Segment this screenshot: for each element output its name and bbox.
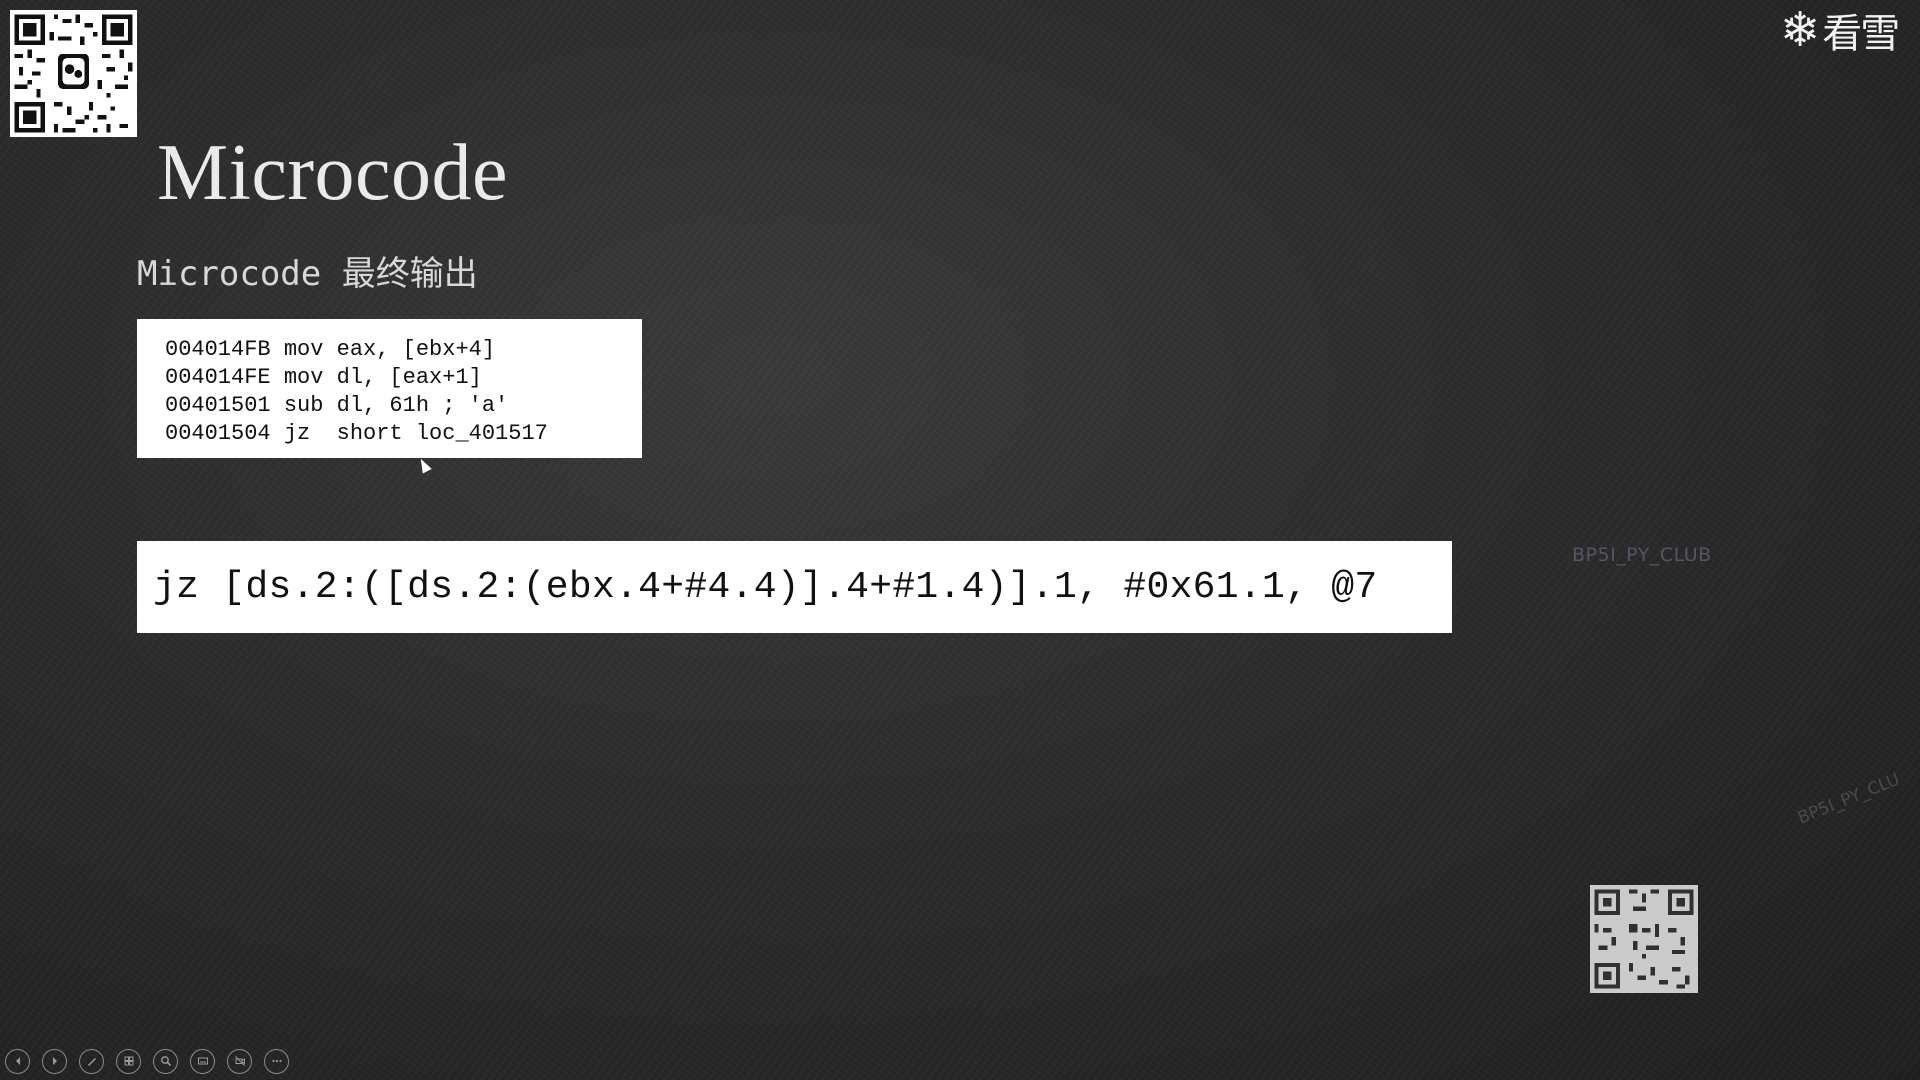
ellipsis-icon: [271, 1059, 282, 1063]
watermark: BP5I_PY_CLUB: [1572, 544, 1712, 566]
next-slide-button[interactable]: [42, 1048, 67, 1074]
chevron-right-icon: [52, 1057, 57, 1065]
slide-sorter-button[interactable]: [116, 1048, 141, 1074]
pen-icon: [87, 1058, 96, 1066]
wechat-qr-code: [10, 10, 137, 137]
subtitle-icon: [197, 1057, 208, 1065]
mouse-cursor-icon: [416, 456, 432, 474]
watermark-rotated: BP5I_PY_CLU: [1795, 769, 1903, 829]
slide-title: Microcode: [157, 129, 509, 217]
more-options-button[interactable]: [264, 1048, 289, 1074]
subtitles-button[interactable]: [190, 1048, 215, 1074]
camera-off-button[interactable]: [227, 1048, 252, 1074]
microcode-line: jz [ds.2:([ds.2:(ebx.4+#4.4)].4+#1.4)].1…: [153, 565, 1378, 609]
camera-off-icon: [234, 1056, 245, 1066]
code-line: 00401501 sub dl, 61h ; 'a': [165, 393, 509, 418]
pen-tool-button[interactable]: [79, 1048, 104, 1074]
logo-text: 看雪: [1822, 11, 1900, 57]
code-line: 00401504 jz short loc_401517: [165, 421, 548, 446]
grid-icon: [124, 1056, 133, 1066]
chevron-left-icon: [15, 1057, 20, 1065]
presenter-toolbar: [5, 1048, 289, 1074]
code-line: 004014FB mov eax, [ebx+4]: [165, 337, 496, 362]
magnifier-icon: [160, 1056, 171, 1067]
kanxue-logo: ❄ 看雪: [1780, 0, 1920, 60]
microcode-output-box: jz [ds.2:([ds.2:(ebx.4+#4.4)].4+#1.4)].1…: [137, 541, 1452, 633]
code-line: 004014FE mov dl, [eax+1]: [165, 365, 482, 390]
zoom-button[interactable]: [153, 1048, 178, 1074]
qr-code: [1590, 885, 1698, 993]
slide-subtitle: Microcode 最终输出: [137, 254, 478, 294]
previous-slide-button[interactable]: [5, 1048, 30, 1074]
snowflake-icon: ❄: [1780, 2, 1821, 58]
assembly-code-box: 004014FB mov eax, [ebx+4] 004014FE mov d…: [137, 319, 642, 458]
